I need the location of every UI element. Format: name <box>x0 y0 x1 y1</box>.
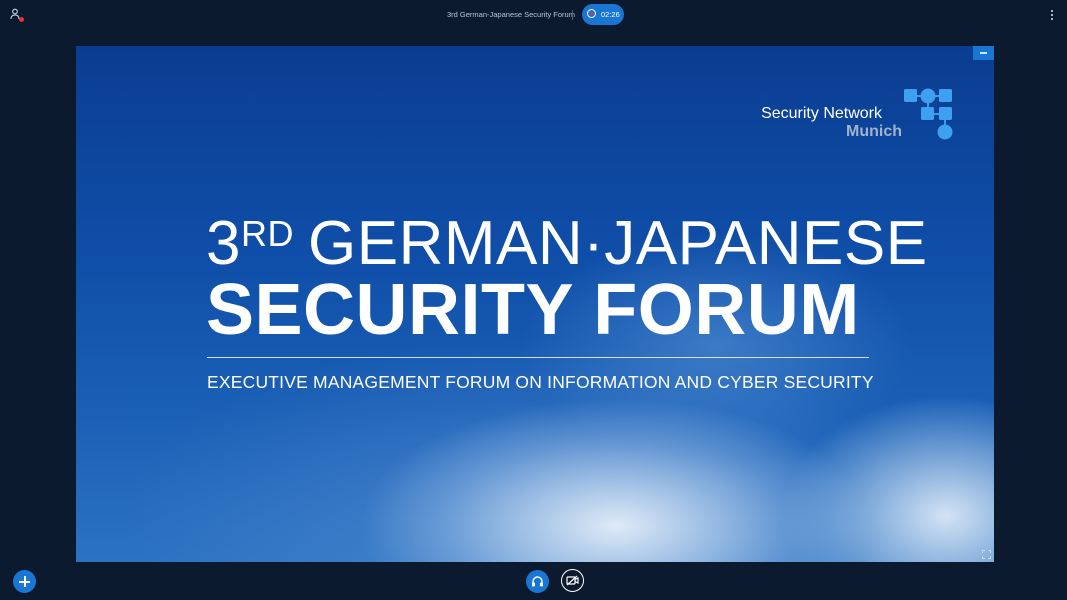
title-ordinal: 3 <box>206 209 241 278</box>
more-vertical-icon[interactable] <box>1047 8 1057 24</box>
title-divider <box>207 357 869 358</box>
minimize-icon[interactable] <box>973 46 994 60</box>
security-network-munich-logo: Security Network Munich <box>761 87 960 143</box>
title-ordinal-suffix: RD <box>240 213 294 254</box>
logo-text-line1: Security Network <box>761 105 882 122</box>
title-line1-text: GERMAN·JAPANESE <box>307 209 928 278</box>
meeting-title: 3rd German-Japanese Security Forum <box>447 10 575 19</box>
slide-subtitle: EXECUTIVE MANAGEMENT FORUM ON INFORMATIO… <box>207 372 874 392</box>
presentation-slide: Security Network Munich 3RD GERMAN·JAPANE… <box>76 46 994 562</box>
recording-button[interactable]: 02:26 <box>582 4 624 25</box>
network-logo-graphic <box>904 88 953 140</box>
video-off-icon <box>566 575 579 586</box>
fullscreen-icon[interactable] <box>982 550 991 559</box>
recording-time: 02:26 <box>601 10 620 19</box>
slide-title-line1: 3RD GERMAN·JAPANESE <box>206 213 928 275</box>
video-button[interactable] <box>561 569 584 592</box>
audio-button[interactable] <box>526 570 549 593</box>
notification-dot <box>19 17 24 22</box>
top-bar: 3rd German-Japanese Security Forum 02:26 <box>0 0 1067 32</box>
record-icon <box>587 9 596 18</box>
headphones-icon <box>532 576 543 587</box>
title-separator <box>572 10 573 20</box>
logo-text-line2: Munich <box>846 123 902 140</box>
user-list-icon[interactable] <box>10 8 26 22</box>
slide-title-line2: SECURITY FORUM <box>206 270 860 350</box>
plus-icon[interactable] <box>13 570 36 593</box>
